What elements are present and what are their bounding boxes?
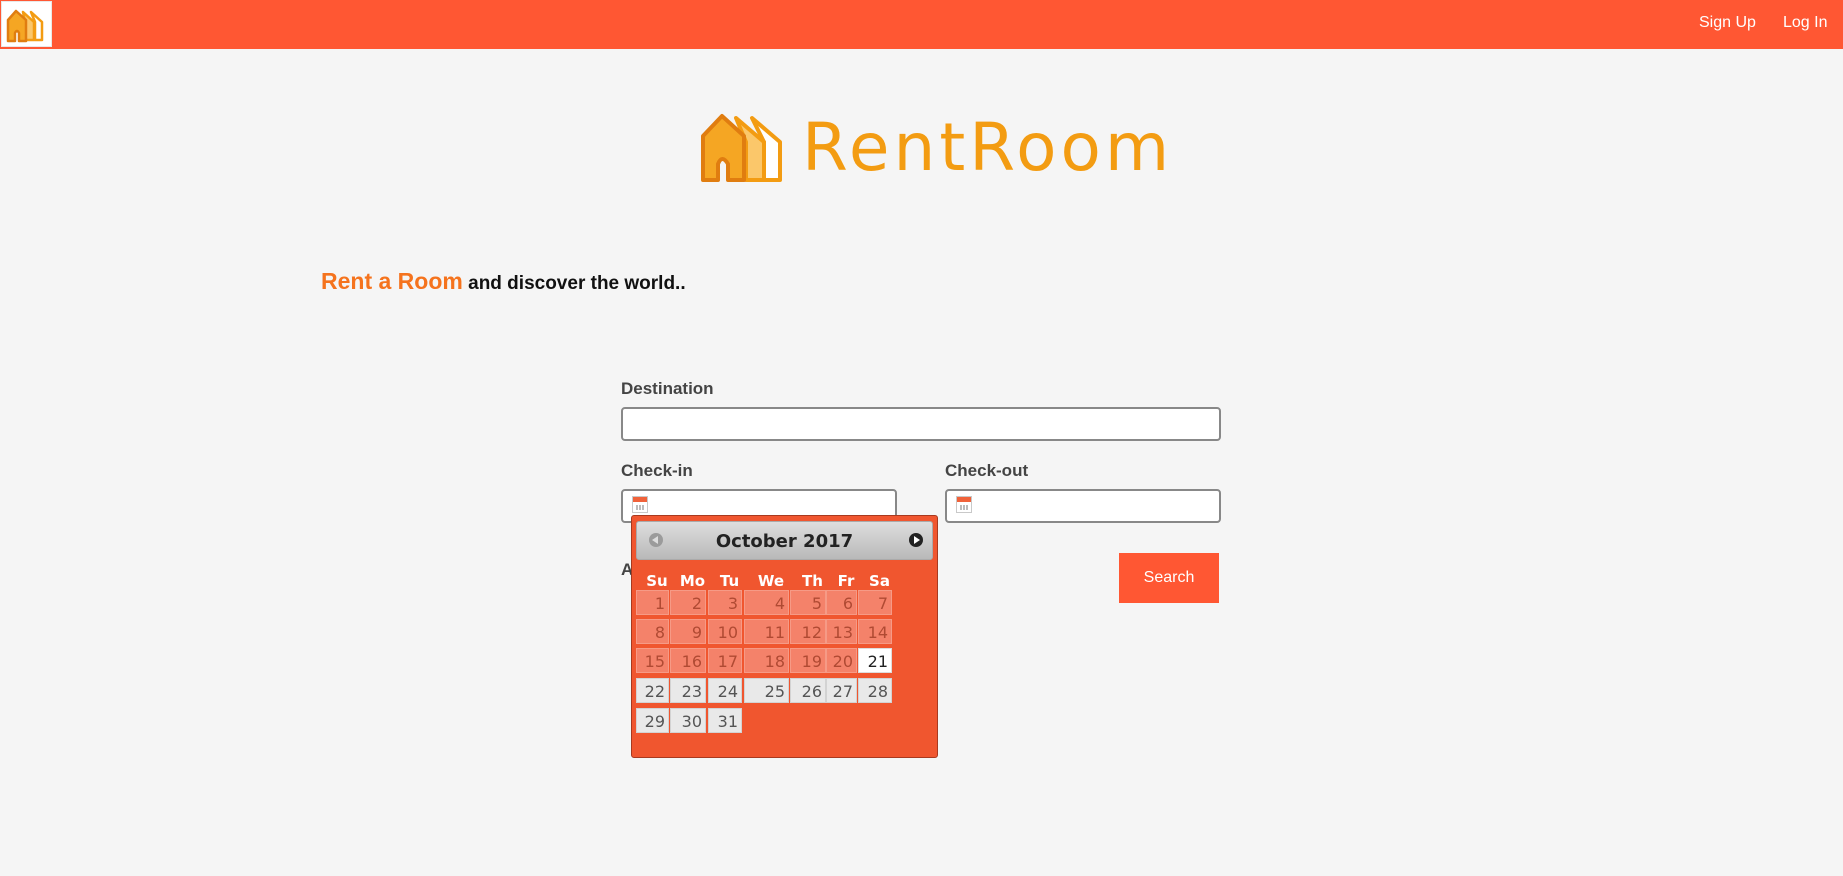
brand-name: RentRoom: [802, 109, 1174, 186]
calendar-icon[interactable]: [632, 496, 648, 513]
weekday-sa: Sa: [869, 572, 890, 590]
day-cell-7: 7: [858, 590, 892, 615]
top-nav: Sign Up Log In: [0, 0, 1843, 49]
day-cell-14: 14: [858, 619, 892, 644]
day-cell-10: 10: [708, 619, 742, 644]
day-cell-8: 8: [636, 619, 669, 644]
day-cell-29[interactable]: 29: [636, 708, 669, 733]
day-cell-22[interactable]: 22: [636, 678, 669, 703]
weekday-fr: Fr: [837, 572, 855, 590]
day-cell-30[interactable]: 30: [670, 708, 706, 733]
check-in-label: Check-in: [621, 461, 693, 480]
check-out-label: Check-out: [945, 461, 1029, 480]
check-out-input[interactable]: [945, 489, 1221, 523]
day-cell-25[interactable]: 25: [744, 678, 789, 703]
day-cell-21[interactable]: 21: [858, 648, 892, 673]
weekday-we: We: [757, 572, 785, 590]
day-cell-12: 12: [790, 619, 826, 644]
datepicker-header: October 2017: [636, 521, 933, 560]
search-button[interactable]: Search: [1119, 553, 1219, 603]
datepicker-weekdays: Su Mo Tu We Th Fr Sa: [636, 572, 933, 592]
tagline-accent: Rent a Room: [321, 268, 463, 294]
day-cell-11: 11: [744, 619, 789, 644]
day-cell-17: 17: [708, 648, 742, 673]
day-cell-28[interactable]: 28: [858, 678, 892, 703]
day-cell-26[interactable]: 26: [790, 678, 826, 703]
tagline: Rent a Room and discover the world..: [321, 268, 686, 295]
day-cell-15: 15: [636, 648, 669, 673]
day-cell-18: 18: [744, 648, 789, 673]
day-cell-16: 16: [670, 648, 706, 673]
day-cell-1: 1: [636, 590, 669, 615]
tagline-rest: and discover the world..: [462, 273, 686, 294]
day-cell-20: 20: [826, 648, 857, 673]
day-cell-19: 19: [790, 648, 826, 673]
log-in-link[interactable]: Log In: [1783, 14, 1827, 32]
day-cell-23[interactable]: 23: [670, 678, 706, 703]
weekday-tu: Tu: [719, 572, 740, 590]
weekday-th: Th: [802, 572, 823, 590]
day-cell-9: 9: [670, 619, 706, 644]
day-cell-3: 3: [708, 590, 742, 615]
day-cell-31[interactable]: 31: [708, 708, 742, 733]
weekday-su: Su: [646, 572, 668, 590]
weekday-mo: Mo: [679, 572, 706, 590]
sign-up-link[interactable]: Sign Up: [1699, 14, 1756, 32]
day-cell-5: 5: [790, 590, 826, 615]
day-cell-6: 6: [826, 590, 857, 615]
house-logo-icon: [701, 113, 782, 182]
calendar-icon[interactable]: [956, 496, 972, 513]
day-cell-24[interactable]: 24: [708, 678, 742, 703]
day-cell-2: 2: [670, 590, 706, 615]
house-logo-icon[interactable]: [1, 1, 52, 47]
datepicker: October 2017 Su Mo Tu We Th Fr Sa 1 2 3 4 5 6 7 8 9 10 1…: [631, 515, 938, 758]
day-cell-4: 4: [744, 590, 789, 615]
day-cell-13: 13: [826, 619, 857, 644]
day-cell-27[interactable]: 27: [826, 678, 857, 703]
destination-label: Destination: [621, 379, 714, 398]
destination-input[interactable]: [621, 407, 1221, 441]
brand-logo: RentRoom: [700, 110, 1173, 185]
datepicker-month-title: October 2017: [715, 531, 854, 552]
chevron-right-icon[interactable]: [909, 533, 923, 547]
